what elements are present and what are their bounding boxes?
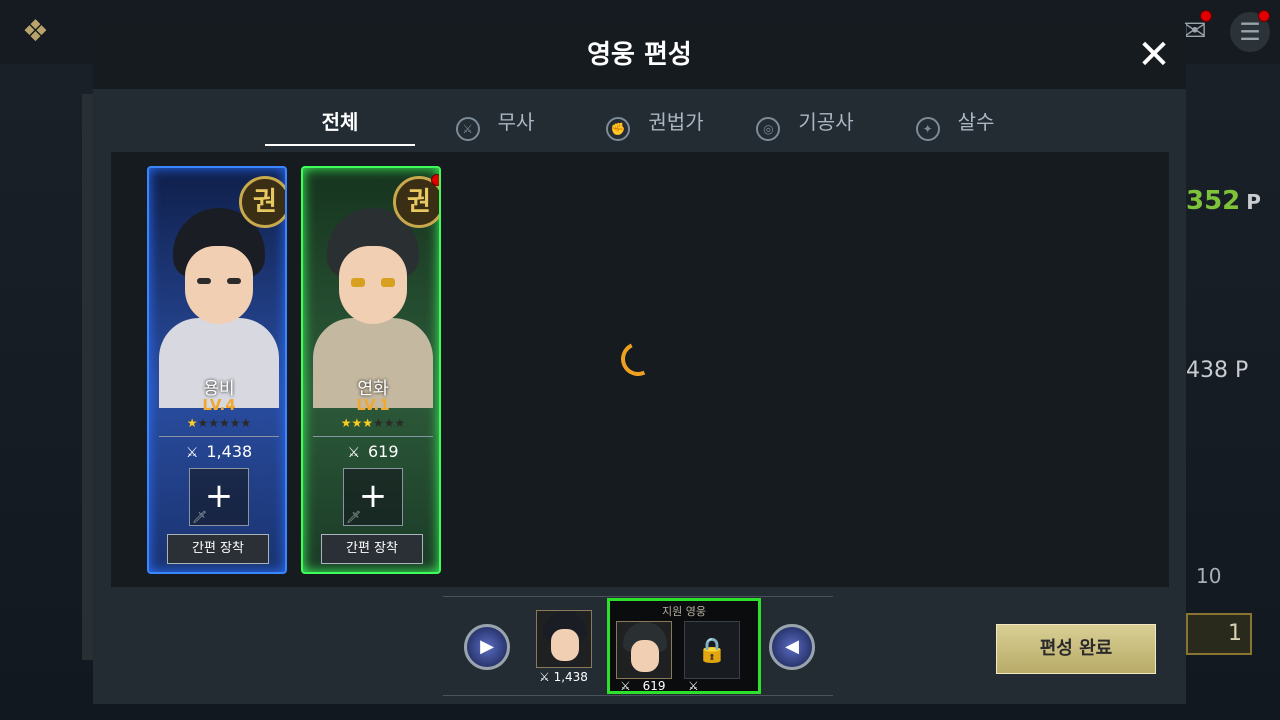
lock-icon: 🔒	[684, 621, 740, 679]
card-divider	[313, 436, 433, 437]
support-hero-group: 지원 영웅 ⚔ 619 🔒 ⚔	[607, 598, 761, 694]
hero-card-yeonhwa[interactable]: 권 연화 LV.1 ★★★★★★ ⚔ 619 + 🗡 간편 장착	[301, 166, 441, 574]
tab-martial-artist[interactable]: ✊ 권법가	[585, 96, 725, 146]
deck-prev-button[interactable]: ◀	[769, 624, 815, 670]
hero-star-rating: ★★★★★★	[186, 416, 252, 430]
tab-all[interactable]: 전체	[265, 96, 415, 146]
equip-slot-add-button[interactable]: + 🗡	[343, 468, 403, 526]
tab-all-label: 전체	[321, 110, 359, 134]
menu-notification-dot	[1258, 10, 1270, 22]
deck-slot-1-power: ⚔ 1,438	[539, 670, 588, 684]
tab-qi-master-label: 기공사	[798, 110, 854, 134]
deck-slot-1[interactable]	[536, 610, 592, 668]
crossed-swords-icon: ⚔	[347, 445, 360, 461]
loading-spinner-icon	[616, 337, 660, 381]
game-logo-icon[interactable]: ❖	[22, 14, 62, 50]
hero-card-yongbi[interactable]: 권 용비 LV.4 ★★★★★★ ⚔ 1,438 + 🗡 간편 장착	[147, 166, 287, 574]
equip-slot-add-button[interactable]: + 🗡	[189, 468, 249, 526]
deck-next-button[interactable]: ▶	[464, 624, 510, 670]
close-button[interactable]: ✕	[1136, 35, 1172, 75]
background-count: 10	[1196, 564, 1222, 588]
tab-assassin-label: 살수	[957, 110, 995, 134]
sword-icon: 🗡	[192, 510, 208, 524]
tab-assassin[interactable]: ✦ 살수	[885, 96, 1025, 146]
sword-class-icon: ⚔	[455, 117, 480, 141]
hero-level: LV.1	[356, 396, 390, 414]
sword-icon: 🗡	[346, 510, 362, 524]
support-hero-label: 지원 영웅	[662, 605, 706, 618]
locked-slot-power-icon: ⚔	[688, 679, 699, 693]
martial-class-badge-icon: 권	[239, 176, 285, 228]
background-power-top: 352 P	[1186, 186, 1261, 216]
deck-slot-2[interactable]	[616, 621, 672, 679]
hero-formation-modal: 영웅 편성 ✕ 전체 ⚔ 무사 ✊ 권법가 ◎ 기공사 ✦ 살수 권 용비 LV.4 ★…	[93, 24, 1186, 704]
mail-notification-dot	[1200, 10, 1212, 22]
background-power-mid: 438 P	[1186, 358, 1249, 383]
fist-class-icon: ✊	[606, 117, 631, 141]
quick-equip-button[interactable]: 간편 장착	[167, 534, 269, 564]
hero-power: ⚔ 619	[347, 442, 399, 461]
tab-qi-master[interactable]: ◎ 기공사	[735, 96, 875, 146]
background-item-badge: 1	[1186, 613, 1252, 655]
modal-title: 영웅 편성	[587, 40, 692, 70]
hero-notification-dot	[431, 174, 439, 186]
tab-warrior-label: 무사	[497, 110, 535, 134]
tab-warrior[interactable]: ⚔ 무사	[425, 96, 565, 146]
deck-slot-2-power: ⚔ 619	[620, 679, 666, 693]
hero-portrait	[159, 208, 279, 408]
hero-level: LV.4	[202, 396, 236, 414]
hero-power: ⚔ 1,438	[185, 442, 253, 461]
formation-bar: ▶ ⚔ 1,438 지원 영웅 ⚔ 619 🔒 ⚔ ◀ 편성 완료	[93, 596, 1186, 704]
formation-complete-button[interactable]: 편성 완료	[996, 624, 1156, 674]
class-filter-tabs: 전체 ⚔ 무사 ✊ 권법가 ◎ 기공사 ✦ 살수	[265, 96, 1025, 148]
hero-list-panel: 권 용비 LV.4 ★★★★★★ ⚔ 1,438 + 🗡 간편 장착 권 연화 LV…	[111, 152, 1169, 587]
qi-class-icon: ◎	[756, 117, 781, 141]
tab-martial-artist-label: 권법가	[648, 110, 704, 134]
card-divider	[159, 436, 279, 437]
right-background-panel: 352 P 438 P 10 1	[1186, 90, 1280, 690]
crossed-swords-icon: ⚔	[185, 445, 199, 461]
modal-header: 영웅 편성 ✕	[93, 24, 1186, 89]
assassin-class-icon: ✦	[915, 117, 940, 141]
quick-equip-button[interactable]: 간편 장착	[321, 534, 423, 564]
hero-portrait	[313, 208, 433, 408]
hero-star-rating: ★★★★★★	[340, 416, 406, 430]
